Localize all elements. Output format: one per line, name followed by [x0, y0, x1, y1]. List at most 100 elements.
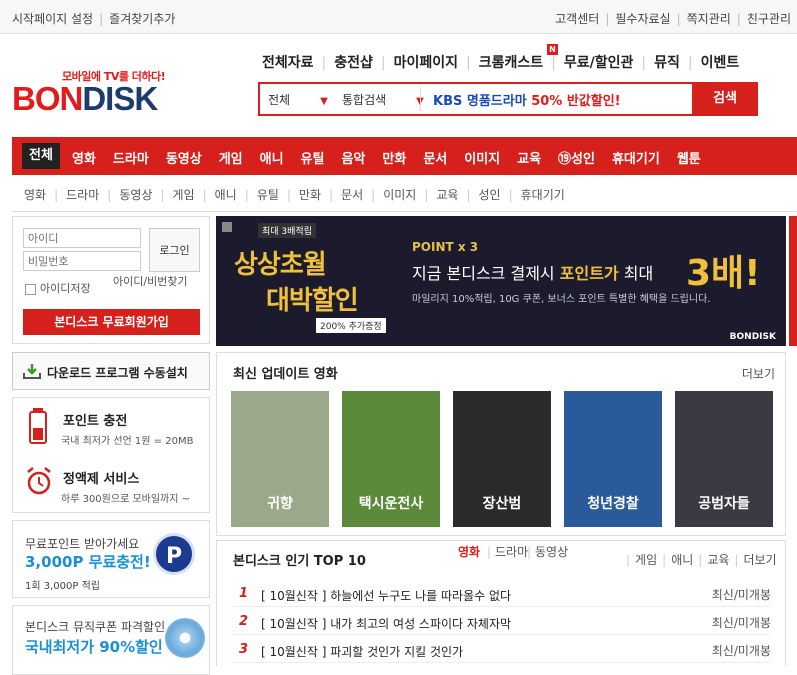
ranking-row[interactable]: 1[ 10월신작 ] 하늘에선 누구도 나를 따라올수 없다 최신/미개봉	[231, 581, 771, 607]
tab-anime[interactable]: 애니	[671, 553, 693, 567]
more-link[interactable]: 더보기	[743, 553, 776, 567]
section-title: 본디스크 인기 TOP 10	[233, 554, 366, 569]
subcategory-item[interactable]: 드라마	[66, 188, 99, 202]
subcategory-item[interactable]: 이미지	[383, 188, 416, 202]
subcategory-item[interactable]: 성인	[479, 188, 501, 202]
tab-video[interactable]: 동영상	[535, 546, 568, 559]
top10-tabs: 영화 | 드라마| 동영상	[455, 545, 568, 559]
essential-files-link[interactable]: 필수자료실	[615, 10, 670, 27]
top-right-links: 고객센터 | 필수자료실 | 쪽지관리 | 친구관리	[555, 10, 791, 27]
category-item[interactable]: 동영상	[166, 148, 202, 167]
movie-poster[interactable]: 청년경찰	[564, 391, 662, 527]
save-id-checkbox[interactable]: 아이디저장	[25, 280, 91, 296]
subcategory-item[interactable]: 동영상	[119, 188, 152, 202]
movie-poster[interactable]: 택시운전사	[342, 391, 440, 527]
search-button[interactable]: 검색	[692, 82, 758, 116]
subcategory-item[interactable]: 유틸	[257, 188, 279, 202]
music-coupon-banner[interactable]: 본디스크 뮤직쿠폰 파격할인 국내최저가 90%할인	[12, 605, 210, 675]
set-homepage-link[interactable]: 시작페이지 설정	[12, 10, 93, 27]
alarm-clock-icon	[27, 467, 51, 495]
new-badge: N	[547, 44, 558, 55]
add-favorite-link[interactable]: 즐겨찾기추가	[109, 10, 175, 27]
nav-event[interactable]: 이벤트	[701, 52, 740, 72]
free-point-banner[interactable]: 무료포인트 받아가세요 3,000P 무료충전! 1회 3,000P 적립 P	[12, 520, 210, 598]
password-field[interactable]	[23, 251, 141, 271]
movie-poster[interactable]: 공범자들	[675, 391, 773, 527]
category-item[interactable]: 휴대기기	[612, 148, 660, 167]
category-all[interactable]: 전체	[22, 143, 60, 169]
category-item[interactable]: 게임	[219, 148, 243, 167]
nav-music[interactable]: 뮤직	[654, 52, 680, 72]
join-button[interactable]: 본디스크 무료회원가입	[23, 309, 200, 335]
category-select[interactable]: 전체 ▼	[268, 91, 328, 108]
category-item[interactable]: 문서	[423, 148, 447, 167]
download-label: 다운로드 프로그램 수동설치	[47, 366, 188, 380]
customer-center-link[interactable]: 고객센터	[555, 10, 599, 27]
site-logo[interactable]: 모바일에 TV를 더하다! BONDISK	[12, 68, 177, 117]
login-button[interactable]: 로그인	[149, 228, 200, 272]
category-item[interactable]: 교육	[517, 148, 541, 167]
nav-my-page[interactable]: 마이페이지	[394, 52, 458, 72]
nav-all-files[interactable]: 전체자료	[262, 52, 314, 72]
chevron-down-icon: ▼	[320, 96, 328, 107]
search-input[interactable]: KBS 명품드라마 50% 반값할인!	[433, 90, 621, 109]
messages-link[interactable]: 쪽지관리	[687, 10, 731, 27]
subcategory-item[interactable]: 문서	[341, 188, 363, 202]
nav-free-discount[interactable]: 무료/할인관	[564, 52, 634, 72]
ranking-row[interactable]: 2[ 10월신작 ] 내가 최고의 여성 스파이다 자체자막 최신/미개봉	[231, 609, 771, 635]
more-link[interactable]: 더보기	[742, 365, 775, 382]
subcategory-item[interactable]: 애니	[215, 188, 237, 202]
login-box: 로그인 아이디저장 아이디/비번찾기 본디스크 무료회원가입	[12, 216, 210, 344]
top10-tabs-2: | 게임 | 애니 | 교육 | 더보기	[626, 553, 777, 567]
checkbox-icon	[25, 283, 36, 295]
point-charge-link[interactable]: 포인트 충전 국내 최저가 선언 1원 = 20MB	[13, 398, 211, 456]
subcategory-bar: 영화 | 드라마 | 동영상 | 게임 | 애니 | 유틸 | 만화 | 문서 | 이미지 | 교육 | 성인 | 휴대기기	[12, 175, 797, 212]
tab-education[interactable]: 교육	[707, 553, 729, 567]
category-list: 영화 드라마 동영상 게임 애니 유틸 음악 만화 문서 이미지 교육 ⑲성인 휴대기기 웹툰	[72, 148, 718, 167]
main-nav: 전체자료 | 충전샵 | 마이페이지 | 크롬캐스트 | 무료/할인관 | 뮤직 | 이벤트	[262, 52, 739, 72]
latest-movies-section: 최신 업데이트 영화 더보기 귀향 택시운전사 장산범 청년경찰 공범자들	[216, 352, 786, 536]
download-icon	[23, 364, 41, 379]
ranking-row[interactable]: 3[ 10월신작 ] 파괴할 것인가 지킬 것인가 최신/미개봉	[231, 637, 771, 663]
cd-icon	[165, 618, 205, 658]
banner-corner-marker	[222, 222, 232, 232]
friends-link[interactable]: 친구관리	[747, 10, 791, 27]
category-item[interactable]: 웹툰	[677, 148, 701, 167]
section-title: 최신 업데이트 영화	[233, 367, 338, 382]
category-item[interactable]: 유틸	[301, 148, 325, 167]
point-coin-icon: P	[153, 533, 195, 575]
tab-drama[interactable]: 드라마	[495, 546, 528, 559]
id-field[interactable]	[23, 228, 141, 248]
fixed-plan-link[interactable]: 정액제 서비스 하루 300원으로 모바일까지 ~	[13, 456, 211, 514]
category-item[interactable]: 영화	[72, 148, 96, 167]
logo-wordmark: BONDISK	[12, 80, 158, 117]
banner-brand: BONDISK	[729, 332, 776, 342]
category-item[interactable]: 이미지	[464, 148, 500, 167]
category-item[interactable]: 드라마	[113, 148, 149, 167]
tab-movie[interactable]: 영화	[455, 546, 483, 559]
search-type-select[interactable]: 통합검색▼	[342, 91, 424, 108]
side-scroll-tab[interactable]	[789, 216, 797, 346]
top-left-links: 시작페이지 설정 | 즐겨찾기추가	[12, 10, 176, 27]
subcategory-item[interactable]: 영화	[24, 188, 46, 202]
promo-banner[interactable]: 최대 3배적립 상상초월 대박할인 200% 추가증정 POINT x 3 지금…	[216, 216, 786, 346]
movie-poster[interactable]: 귀향	[231, 391, 329, 527]
point-box: 포인트 충전 국내 최저가 선언 1원 = 20MB 정액제 서비스 하루 30…	[12, 397, 210, 513]
category-item[interactable]: ⑲성인	[558, 148, 595, 167]
subcategory-item[interactable]: 게임	[172, 188, 194, 202]
top-utility-bar: 시작페이지 설정 | 즐겨찾기추가 고객센터 | 필수자료실 | 쪽지관리 | 친구관리	[0, 0, 797, 34]
subcategory-item[interactable]: 교육	[436, 188, 458, 202]
subcategory-item[interactable]: 휴대기기	[521, 188, 565, 202]
category-item[interactable]: 만화	[382, 148, 406, 167]
category-item[interactable]: 애니	[260, 148, 284, 167]
download-program-button[interactable]: 다운로드 프로그램 수동설치	[12, 352, 210, 390]
category-item[interactable]: 음악	[341, 148, 365, 167]
nav-charge-shop[interactable]: 충전샵	[334, 52, 373, 72]
subcategory-item[interactable]: 만화	[299, 188, 321, 202]
tab-game[interactable]: 게임	[635, 553, 657, 567]
category-bar: 전체 영화 드라마 동영상 게임 애니 유틸 음악 만화 문서 이미지 교육 ⑲성인 휴대기기 웹툰	[12, 137, 797, 175]
find-id-link[interactable]: 아이디/비번찾기	[113, 275, 205, 288]
movie-poster[interactable]: 장산범	[453, 391, 551, 527]
battery-icon	[29, 408, 47, 444]
nav-chromecast[interactable]: 크롬캐스트	[479, 52, 543, 72]
